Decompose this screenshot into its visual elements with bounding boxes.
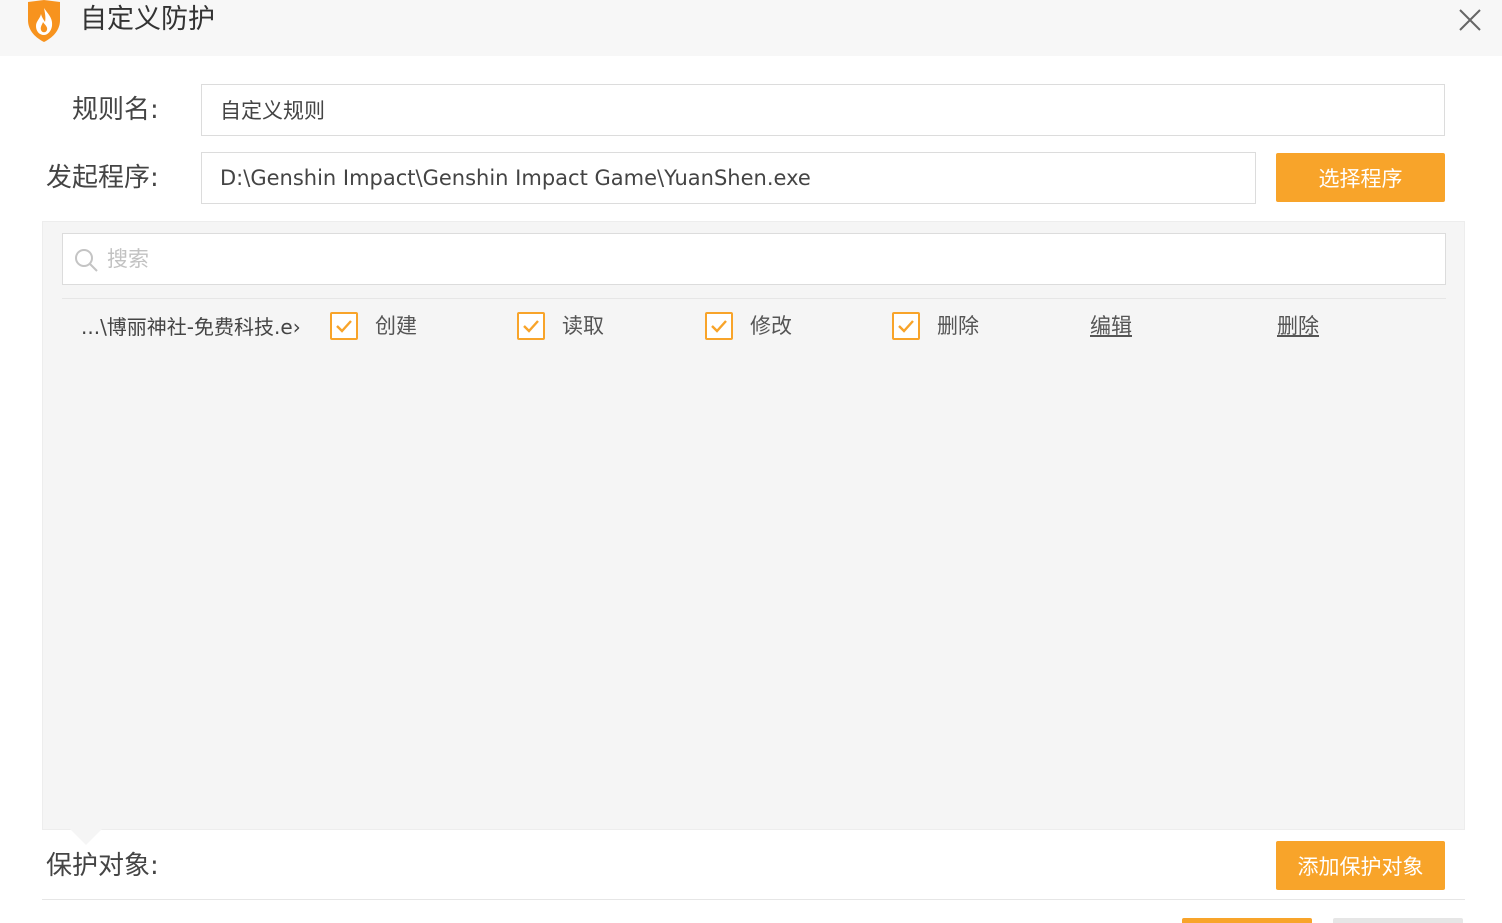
confirm-button[interactable] xyxy=(1182,918,1312,923)
flame-shield-icon xyxy=(24,0,64,42)
close-icon xyxy=(1459,9,1481,31)
create-label: 创建 xyxy=(375,314,417,338)
checkmark-icon xyxy=(711,320,727,333)
checkmark-icon xyxy=(523,320,539,333)
protected-objects-label: 保护对象: xyxy=(46,851,159,881)
delete-checkbox[interactable] xyxy=(892,312,920,340)
panel-pointer xyxy=(70,829,102,845)
rule-target-name: ...\博丽神社-免费科技.e› xyxy=(81,315,301,339)
program-label: 发起程序: xyxy=(46,163,159,193)
delete-label: 删除 xyxy=(937,314,979,338)
cancel-button[interactable] xyxy=(1333,918,1463,923)
title-bar: 自定义防护 xyxy=(0,0,1502,56)
rule-name-input[interactable] xyxy=(201,84,1445,136)
read-checkbox[interactable] xyxy=(517,312,545,340)
modify-checkbox[interactable] xyxy=(705,312,733,340)
checkmark-icon xyxy=(898,320,914,333)
checkmark-icon xyxy=(336,320,352,333)
close-button[interactable] xyxy=(1452,2,1488,38)
edit-link[interactable]: 编辑 xyxy=(1090,311,1132,341)
delete-link[interactable]: 删除 xyxy=(1277,311,1319,341)
search-box[interactable] xyxy=(62,233,1446,285)
read-label: 读取 xyxy=(562,314,604,338)
program-path-input[interactable] xyxy=(201,152,1256,204)
table-row: ...\博丽神社-免费科技.e› 创建 读取 修改 删除 编辑 删除 xyxy=(43,306,1466,350)
panel-divider xyxy=(62,298,1446,299)
modify-label: 修改 xyxy=(750,314,792,338)
bottom-divider xyxy=(42,899,1465,900)
search-input[interactable] xyxy=(105,234,1435,284)
window-title: 自定义防护 xyxy=(80,4,215,35)
choose-program-button[interactable]: 选择程序 xyxy=(1276,153,1445,202)
create-checkbox[interactable] xyxy=(330,312,358,340)
add-protected-object-button[interactable]: 添加保护对象 xyxy=(1276,841,1445,890)
rules-panel: ...\博丽神社-免费科技.e› 创建 读取 修改 删除 编辑 删除 xyxy=(42,221,1465,830)
rule-name-label: 规则名: xyxy=(72,95,159,125)
search-icon xyxy=(75,249,98,272)
